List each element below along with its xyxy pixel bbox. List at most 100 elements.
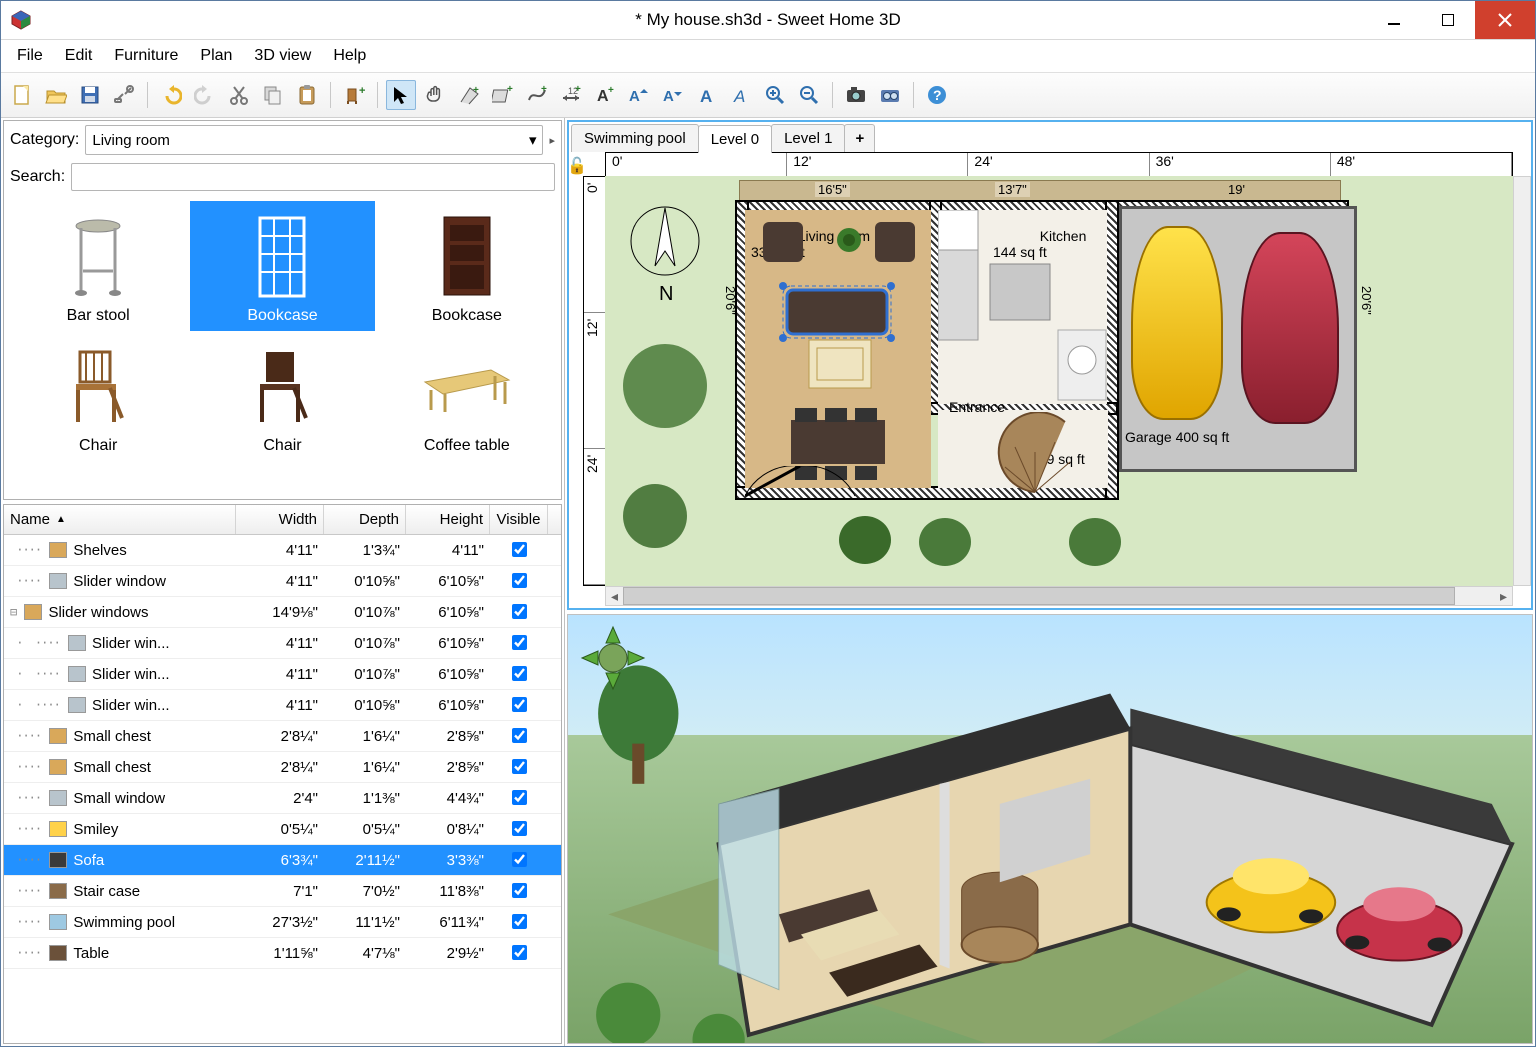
plan-scrollbar-h[interactable]: ◂ ▸ [605,586,1513,606]
table-row[interactable]: · ···· Slider win...4'11"0'10⅝"6'10⅝" [4,690,561,721]
table-row[interactable]: ···· Swimming pool27'3½"11'1½"6'11¾" [4,907,561,938]
3d-view[interactable] [567,614,1533,1044]
table-row[interactable]: · ···· Slider win...4'11"0'10⅞"6'10⅝" [4,628,561,659]
visible-checkbox[interactable] [512,604,527,619]
category-select[interactable]: Living room ▾ [85,125,543,155]
help-button[interactable]: ? [922,80,952,110]
table-row[interactable]: ···· Shelves4'11"1'3¾"4'11" [4,535,561,566]
car-red[interactable] [1241,232,1339,424]
room-tool-button[interactable]: + [488,80,518,110]
visible-checkbox[interactable] [512,635,527,650]
chevron-down-icon: ▾ [529,131,537,149]
menu-3dview[interactable]: 3D view [244,43,321,69]
wall-tool-button[interactable]: + [454,80,484,110]
visible-checkbox[interactable] [512,883,527,898]
catalog-item[interactable]: Bookcase [190,201,374,331]
visible-checkbox[interactable] [512,821,527,836]
undo-button[interactable] [156,80,186,110]
svg-text:N: N [659,283,673,305]
table-row[interactable]: ⊟ Slider windows14'9⅛"0'10⅞"6'10⅝" [4,597,561,628]
car-yellow[interactable] [1131,226,1223,420]
col-name: Name▲ [4,505,236,534]
text-increase-button[interactable]: A [624,80,654,110]
copy-button[interactable] [258,80,288,110]
catalog-item[interactable]: Bookcase [375,201,559,331]
visible-checkbox[interactable] [512,790,527,805]
col-depth: Depth [324,505,406,534]
visible-checkbox[interactable] [512,542,527,557]
lock-icon[interactable]: 🔓 [567,156,587,176]
photo-button[interactable] [841,80,871,110]
menu-help[interactable]: Help [323,43,376,69]
menu-furniture[interactable]: Furniture [104,43,188,69]
table-row[interactable]: ···· Smiley0'5¼"0'5¼"0'8¼" [4,814,561,845]
zoom-in-button[interactable] [760,80,790,110]
select-tool-button[interactable] [386,80,416,110]
new-button[interactable] [7,80,37,110]
table-row[interactable]: ···· Stair case7'1"7'0½"11'8⅜" [4,876,561,907]
menu-edit[interactable]: Edit [55,43,103,69]
category-label: Category: [10,131,79,149]
splitter-arrow-icon[interactable]: ▸ [549,134,555,147]
visible-checkbox[interactable] [512,945,527,960]
furniture-icon [24,604,42,620]
furniture-name: Stair case [73,883,140,900]
visible-checkbox[interactable] [512,728,527,743]
visible-checkbox[interactable] [512,573,527,588]
visible-checkbox[interactable] [512,759,527,774]
plan-scrollbar-v[interactable] [1513,176,1531,586]
visible-checkbox[interactable] [512,697,527,712]
furniture-name: Small window [73,790,165,807]
3d-nav-icon[interactable] [578,623,648,693]
search-input[interactable] [71,163,555,191]
scroll-left-icon: ◂ [606,588,623,605]
dimension-label: 13'7" [995,182,1030,197]
col-height: Height [406,505,490,534]
furniture-name: Sofa [73,852,104,869]
pan-tool-button[interactable] [420,80,450,110]
add-level-button[interactable]: + [844,124,875,152]
tab-level-1[interactable]: Level 1 [771,124,845,152]
table-row[interactable]: ···· Sofa6'3¾"2'11½"3'3⅜" [4,845,561,876]
table-row[interactable]: ···· Small window2'4"1'1⅜"4'4¾" [4,783,561,814]
visible-checkbox[interactable] [512,914,527,929]
table-row[interactable]: ···· Small chest2'8¼"1'6¼"2'8⅝" [4,721,561,752]
save-button[interactable] [75,80,105,110]
menu-plan[interactable]: Plan [190,43,242,69]
text-decrease-button[interactable]: A [658,80,688,110]
catalog-item[interactable]: Chair [6,331,190,461]
catalog-panel: Category: Living room ▾ ▸ Search: Bar st [3,120,562,500]
catalog-thumbnails[interactable]: Bar stool Bookcase Bookcase Chair [4,195,561,499]
open-button[interactable] [41,80,71,110]
preferences-button[interactable] [109,80,139,110]
tab-swimming-pool[interactable]: Swimming pool [571,124,699,152]
plan-canvas[interactable]: N 16'5" 13'7" 19' [605,176,1513,586]
text-tool-button[interactable]: A+ [590,80,620,110]
table-row[interactable]: ···· Slider window4'11"0'10⅝"6'10⅝" [4,566,561,597]
add-furniture-button[interactable]: + [339,80,369,110]
plan-view[interactable]: Swimming pool Level 0 Level 1 + 🔓 0'12'2… [567,120,1533,610]
table-header[interactable]: Name▲ Width Depth Height Visible [4,505,561,535]
catalog-item[interactable]: Chair [190,331,374,461]
redo-button[interactable] [190,80,220,110]
svg-text:+: + [608,85,614,96]
visible-checkbox[interactable] [512,852,527,867]
dimension-tool-button[interactable]: 12+ [556,80,586,110]
table-row[interactable]: ···· Small chest2'8¼"1'6¼"2'8⅝" [4,752,561,783]
catalog-item[interactable]: Coffee table [375,331,559,461]
catalog-item[interactable]: Bar stool [6,201,190,331]
paste-button[interactable] [292,80,322,110]
text-bold-button[interactable]: A [692,80,722,110]
cut-button[interactable] [224,80,254,110]
text-italic-button[interactable]: A [726,80,756,110]
zoom-out-button[interactable] [794,80,824,110]
tab-level-0[interactable]: Level 0 [698,125,772,153]
menu-file[interactable]: File [7,43,53,69]
visible-checkbox[interactable] [512,666,527,681]
video-button[interactable] [875,80,905,110]
dimension-label: 19' [1225,182,1248,197]
table-row[interactable]: · ···· Slider win...4'11"0'10⅞"6'10⅝" [4,659,561,690]
polyline-tool-button[interactable]: + [522,80,552,110]
titlebar: * My house.sh3d - Sweet Home 3D [1,1,1535,40]
table-row[interactable]: ···· Table1'11⅝"4'7⅛"2'9½" [4,938,561,969]
